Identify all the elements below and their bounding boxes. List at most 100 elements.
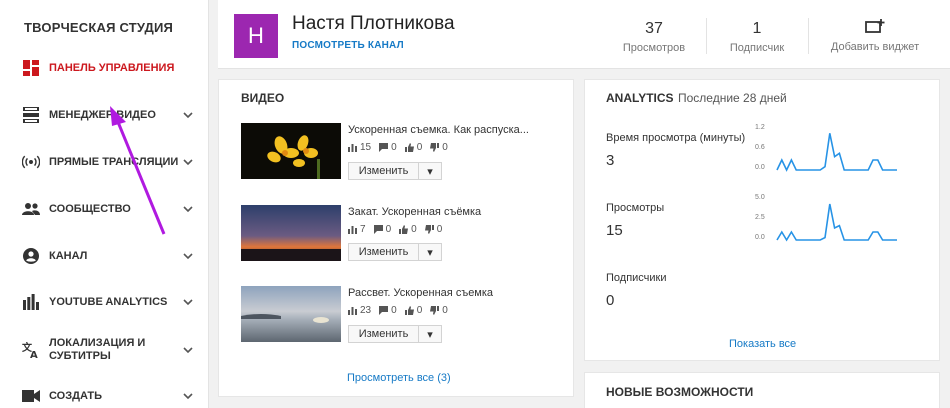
edit-button-label[interactable]: Изменить bbox=[349, 163, 419, 179]
video-thumbnail[interactable] bbox=[241, 286, 341, 342]
series-line bbox=[776, 133, 897, 172]
edit-button[interactable]: Изменить ▾ bbox=[348, 162, 442, 180]
camera-icon bbox=[22, 387, 40, 405]
flower-thumbnail-image bbox=[241, 123, 341, 179]
sidebar-item-dashboard[interactable]: ПАНЕЛЬ УПРАВЛЕНИЯ bbox=[0, 48, 209, 88]
sunset-thumbnail-image bbox=[241, 205, 341, 261]
thumbs-down-icon bbox=[424, 225, 434, 234]
bar-chart-icon bbox=[348, 144, 357, 152]
svg-text:A: A bbox=[30, 350, 38, 359]
news-card: НОВЫЕ ВОЗМОЖНОСТИ bbox=[584, 372, 940, 408]
view-channel-link[interactable]: ПОСМОТРЕТЬ КАНАЛ bbox=[292, 40, 404, 51]
channel-header: Н Настя Плотникова ПОСМОТРЕТЬ КАНАЛ 37 П… bbox=[218, 0, 950, 69]
video-title[interactable]: Закат. Ускоренная съёмка bbox=[348, 206, 481, 218]
bar-chart-icon bbox=[348, 307, 357, 315]
sunrise-thumbnail-image bbox=[241, 286, 341, 342]
analytics-period: Последние 28 дней bbox=[678, 91, 787, 105]
tick-label: 0.0 bbox=[755, 234, 765, 241]
video-stats: 15 0 0 0 bbox=[348, 142, 448, 153]
chevron-down-icon[interactable] bbox=[182, 344, 194, 356]
comments-stat: 0 bbox=[379, 142, 397, 153]
thumbs-down-icon bbox=[430, 306, 440, 315]
view-all-videos-link[interactable]: Просмотреть все (3) bbox=[347, 372, 451, 384]
video-title[interactable]: Ускоренная съемка. Как распуска... bbox=[348, 124, 529, 136]
chevron-down-icon[interactable] bbox=[182, 250, 194, 262]
divider bbox=[808, 18, 809, 54]
metric-value: 15 bbox=[606, 222, 623, 239]
studio-title: ТВОРЧЕСКАЯ СТУДИЯ bbox=[24, 20, 174, 35]
sidebar-item-localization[interactable]: 文A ЛОКАЛИЗАЦИЯ И СУБТИТРЫ bbox=[0, 330, 209, 370]
analytics-bars-icon bbox=[22, 293, 40, 311]
chevron-down-icon[interactable] bbox=[182, 156, 194, 168]
tick-label: 5.0 bbox=[755, 194, 765, 201]
series-line bbox=[776, 203, 897, 242]
subscribers-stat: 1 Подписчик bbox=[722, 20, 792, 54]
thumbs-up-icon bbox=[404, 143, 414, 152]
dashboard-icon bbox=[22, 59, 40, 77]
video-card: ВИДЕО Ускоренная съемка. Как распуска...… bbox=[218, 79, 574, 397]
video-thumbnail[interactable] bbox=[241, 123, 341, 179]
thumbs-up-icon bbox=[404, 306, 414, 315]
avatar[interactable]: Н bbox=[234, 14, 278, 58]
video-card-title: ВИДЕО bbox=[241, 91, 285, 105]
live-broadcast-icon bbox=[22, 153, 40, 171]
views-stat: 15 bbox=[348, 142, 371, 153]
dislikes-stat: 0 bbox=[430, 305, 448, 316]
video-thumbnail[interactable] bbox=[241, 205, 341, 261]
chevron-down-icon[interactable] bbox=[182, 390, 194, 402]
metric-value: 3 bbox=[606, 152, 615, 169]
tick-label: 2.5 bbox=[755, 214, 765, 221]
sidebar: ТВОРЧЕСКАЯ СТУДИЯ ПАНЕЛЬ УПРАВЛЕНИЯ МЕНЕ… bbox=[0, 0, 209, 408]
thumbs-up-icon bbox=[399, 225, 409, 234]
chevron-down-icon[interactable] bbox=[182, 296, 194, 308]
video-manager-icon bbox=[22, 106, 40, 124]
add-widget-button[interactable]: Добавить виджет bbox=[824, 18, 926, 53]
comment-icon bbox=[379, 143, 389, 152]
metric-label: Время просмотра (минуты) bbox=[606, 132, 746, 144]
sidebar-item-label: КАНАЛ bbox=[49, 249, 88, 262]
comment-icon bbox=[379, 306, 389, 315]
metric-label: Подписчики bbox=[606, 272, 667, 284]
sidebar-item-label: ЛОКАЛИЗАЦИЯ И СУБТИТРЫ bbox=[49, 337, 146, 362]
video-stats: 7 0 0 0 bbox=[348, 224, 442, 235]
sidebar-item-analytics[interactable]: YOUTUBE ANALYTICS bbox=[0, 282, 209, 322]
tick-label: 0.0 bbox=[755, 164, 765, 171]
edit-button-label[interactable]: Изменить bbox=[349, 244, 419, 260]
divider bbox=[706, 18, 707, 54]
community-icon bbox=[22, 200, 40, 218]
chevron-down-icon[interactable] bbox=[182, 203, 194, 215]
caret-down-icon[interactable]: ▾ bbox=[419, 163, 441, 179]
translate-icon: 文A bbox=[22, 341, 40, 359]
analytics-card: ANALYTICS Последние 28 дней Время просмо… bbox=[584, 79, 940, 361]
metric-value: 0 bbox=[606, 292, 615, 309]
subscribers-count: 1 bbox=[752, 20, 762, 37]
sidebar-item-label: YOUTUBE ANALYTICS bbox=[49, 295, 168, 308]
show-all-analytics-link[interactable]: Показать все bbox=[729, 338, 796, 350]
video-stats: 23 0 0 0 bbox=[348, 305, 448, 316]
comment-icon bbox=[373, 225, 383, 234]
comments-stat: 0 bbox=[373, 224, 391, 235]
add-widget-label: Добавить виджет bbox=[830, 41, 920, 53]
metric-label: Просмотры bbox=[606, 202, 665, 214]
video-title[interactable]: Рассвет. Ускоренная съемка bbox=[348, 287, 493, 299]
sidebar-item-channel[interactable]: КАНАЛ bbox=[0, 236, 209, 276]
edit-button[interactable]: Изменить ▾ bbox=[348, 243, 442, 261]
edit-button-label[interactable]: Изменить bbox=[349, 326, 419, 342]
sidebar-item-label: СОЗДАТЬ bbox=[49, 389, 102, 402]
views-stat: 23 bbox=[348, 305, 371, 316]
views-count: 37 bbox=[645, 20, 663, 37]
likes-stat: 0 bbox=[404, 142, 422, 153]
add-widget-icon bbox=[865, 19, 885, 33]
dislikes-stat: 0 bbox=[430, 142, 448, 153]
edit-button[interactable]: Изменить ▾ bbox=[348, 325, 442, 343]
channel-name: Настя Плотникова bbox=[292, 13, 455, 34]
thumbs-down-icon bbox=[430, 143, 440, 152]
caret-down-icon[interactable]: ▾ bbox=[419, 244, 441, 260]
views-stat: 7 bbox=[348, 224, 366, 235]
analytics-title: ANALYTICS bbox=[606, 91, 674, 105]
channel-icon bbox=[22, 247, 40, 265]
views-label: Просмотров bbox=[622, 42, 686, 54]
sidebar-item-create[interactable]: СОЗДАТЬ bbox=[0, 376, 209, 408]
chevron-down-icon[interactable] bbox=[182, 109, 194, 121]
caret-down-icon[interactable]: ▾ bbox=[419, 326, 441, 342]
